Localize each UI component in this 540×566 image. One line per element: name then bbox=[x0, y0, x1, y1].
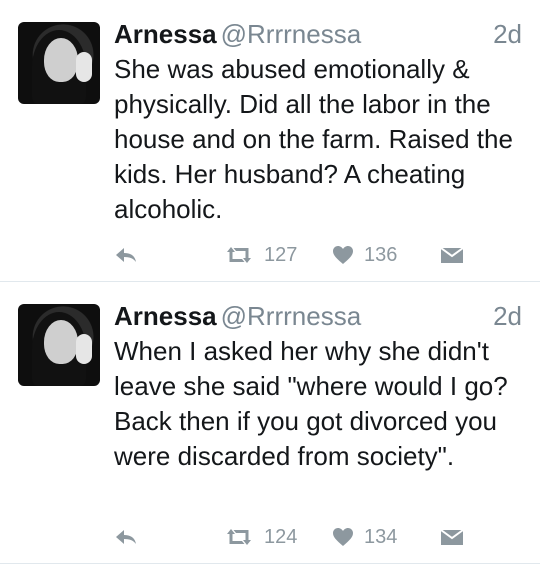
avatar[interactable] bbox=[18, 304, 100, 386]
reply-icon bbox=[114, 245, 138, 265]
like-count: 134 bbox=[364, 525, 398, 548]
envelope-icon bbox=[440, 246, 464, 264]
heart-icon bbox=[332, 245, 354, 265]
avatar[interactable] bbox=[18, 22, 100, 104]
reply-button[interactable] bbox=[114, 240, 138, 270]
reply-icon bbox=[114, 527, 138, 547]
username[interactable]: @Rrrrnessa bbox=[221, 301, 362, 331]
like-count: 136 bbox=[364, 243, 398, 266]
timestamp[interactable]: 2d bbox=[493, 17, 522, 51]
retweet-icon bbox=[224, 527, 254, 547]
timestamp[interactable]: 2d bbox=[493, 299, 522, 333]
like-button[interactable]: 134 bbox=[332, 522, 397, 552]
direct-message-button[interactable] bbox=[440, 522, 464, 552]
username[interactable]: @Rrrrnessa bbox=[221, 19, 362, 49]
tweet-header: Arnessa @Rrrrnessa 2d bbox=[114, 17, 522, 51]
tweet-actions: 127 136 bbox=[114, 240, 514, 270]
retweet-count: 124 bbox=[264, 525, 298, 548]
tweet-header: Arnessa @Rrrrnessa 2d bbox=[114, 299, 522, 333]
retweet-icon bbox=[224, 245, 254, 265]
tweet-text: When I asked her why she didn't leave sh… bbox=[114, 336, 508, 471]
reply-button[interactable] bbox=[114, 522, 138, 552]
retweet-button[interactable]: 127 bbox=[224, 240, 297, 270]
envelope-icon bbox=[440, 528, 464, 546]
tweet-text: She was abused emotionally & physically.… bbox=[114, 54, 513, 224]
like-button[interactable]: 136 bbox=[332, 240, 397, 270]
tweet-actions: 124 134 bbox=[114, 522, 514, 552]
tweet[interactable]: Arnessa @Rrrrnessa 2d She was abused emot… bbox=[0, 0, 540, 282]
tweet[interactable]: Arnessa @Rrrrnessa 2d When I asked her wh… bbox=[0, 282, 540, 564]
display-name[interactable]: Arnessa bbox=[114, 19, 217, 49]
direct-message-button[interactable] bbox=[440, 240, 464, 270]
timeline: Arnessa @Rrrrnessa 2d She was abused emot… bbox=[0, 0, 540, 564]
retweet-button[interactable]: 124 bbox=[224, 522, 297, 552]
heart-icon bbox=[332, 527, 354, 547]
retweet-count: 127 bbox=[264, 243, 298, 266]
display-name[interactable]: Arnessa bbox=[114, 301, 217, 331]
